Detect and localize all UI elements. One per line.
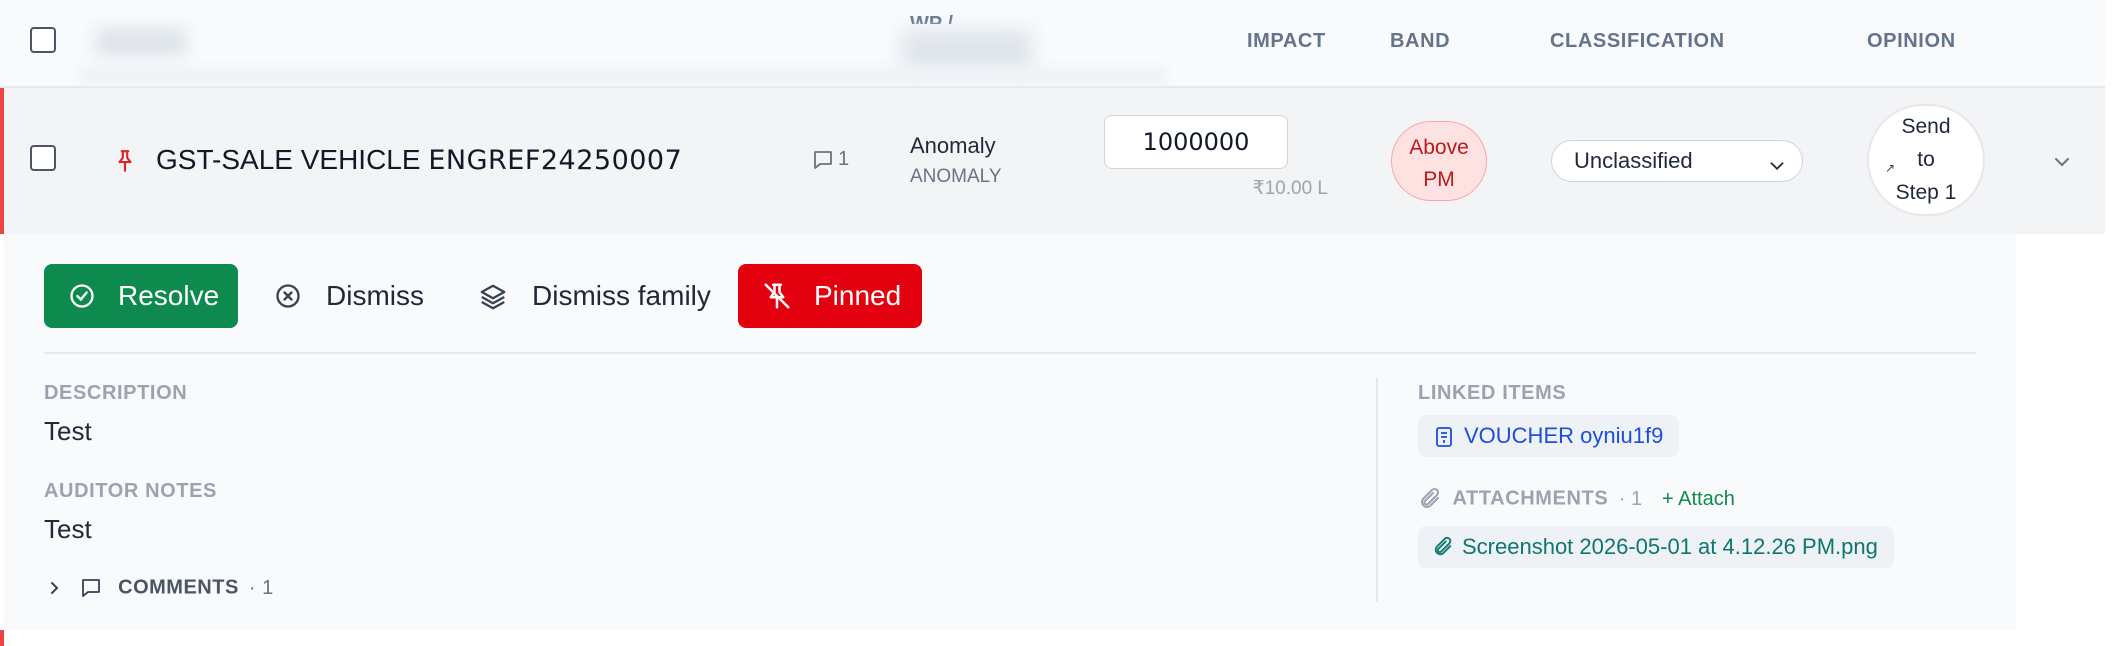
dismiss-label: Dismiss xyxy=(326,280,424,311)
linked-voucher-label: VOUCHER oyniu1f9 xyxy=(1464,423,1664,448)
attachments-count: · 1 xyxy=(1618,487,1643,510)
section-divider xyxy=(44,352,1976,354)
opinion-line-1: Send xyxy=(1901,115,1951,138)
blurred-header-strip xyxy=(80,68,1165,84)
finding-title-prefix: GST-SALE VEHICLE xyxy=(156,144,421,175)
comment-icon xyxy=(82,579,100,597)
auditor-notes-value: Test xyxy=(44,514,92,544)
comment-count: 1 xyxy=(838,148,850,170)
attachments-header: ATTACHMENTS · 1 xyxy=(1418,487,1642,511)
pin-off-icon xyxy=(764,283,790,309)
attachments-label: ATTACHMENTS xyxy=(1452,487,1609,510)
pinned-label: Pinned xyxy=(814,280,902,311)
description-value: Test xyxy=(44,416,92,446)
header-opinion[interactable]: OPINION xyxy=(1867,30,1956,53)
next-row-accent-bar xyxy=(0,630,4,646)
dismiss-family-label: Dismiss family xyxy=(532,280,711,311)
finding-title[interactable]: GST-SALE VEHICLE ENGREF24250007 xyxy=(156,144,682,176)
classification-value: Unclassified xyxy=(1574,148,1693,173)
comments-label: COMMENTS xyxy=(118,576,239,599)
arrow-up-right-icon: ↗ xyxy=(1885,161,1896,175)
finding-title-ref: ENGREF24250007 xyxy=(428,145,683,176)
select-all-checkbox[interactable] xyxy=(30,27,56,53)
column-divider xyxy=(1376,378,1378,602)
blurred-header-cell xyxy=(902,30,1032,70)
pinned-button[interactable]: Pinned xyxy=(738,264,922,328)
linked-items-label: LINKED ITEMS xyxy=(1418,382,1567,404)
resolve-button[interactable]: Resolve xyxy=(44,264,238,328)
x-circle-icon xyxy=(276,284,300,308)
paperclip-icon xyxy=(1421,487,1440,508)
expand-row-chevron-icon[interactable] xyxy=(2050,150,2074,179)
blurred-header-cell xyxy=(96,28,186,56)
header-classification[interactable]: CLASSIFICATION xyxy=(1550,30,1725,53)
dismiss-button[interactable]: Dismiss xyxy=(270,264,424,328)
row-checkbox[interactable] xyxy=(30,145,56,171)
comment-icon[interactable] xyxy=(810,148,836,177)
row-accent-bar xyxy=(0,88,4,234)
impact-input[interactable]: 1000000 xyxy=(1104,115,1288,169)
header-band[interactable]: BAND xyxy=(1390,30,1450,53)
chevron-down-icon xyxy=(1766,150,1788,190)
resolve-label: Resolve xyxy=(118,280,220,311)
paperclip-icon xyxy=(1434,536,1452,556)
header-impact[interactable]: IMPACT xyxy=(1247,30,1326,53)
band-line-1: Above xyxy=(1409,136,1469,159)
finding-type: Anomaly xyxy=(910,133,996,158)
pin-icon[interactable] xyxy=(112,147,138,180)
send-to-step-button[interactable]: ↗ Send to Step 1 xyxy=(1867,104,1985,216)
dismiss-family-button[interactable]: Dismiss family xyxy=(476,264,711,328)
auditor-notes-label: AUDITOR NOTES xyxy=(44,480,217,502)
finding-type-code: ANOMALY xyxy=(910,166,1002,187)
description-label: DESCRIPTION xyxy=(44,382,188,404)
voucher-icon xyxy=(1436,427,1452,447)
impact-formatted: ₹10.00 L xyxy=(1252,178,1328,199)
band-line-2: PM xyxy=(1423,168,1455,191)
header-wp: WP / xyxy=(910,13,953,24)
comments-count: · 1 xyxy=(248,576,274,599)
attachment-filename: Screenshot 2026-05-01 at 4.12.26 PM.png xyxy=(1462,534,1878,559)
attachment-chip[interactable]: Screenshot 2026-05-01 at 4.12.26 PM.png xyxy=(1418,526,1894,568)
band-badge: Above PM xyxy=(1391,121,1487,201)
classification-select[interactable]: Unclassified xyxy=(1551,140,1803,182)
layers-icon xyxy=(480,284,506,310)
attach-button[interactable]: + Attach xyxy=(1662,488,1735,511)
chevron-right-icon xyxy=(51,582,59,594)
linked-voucher-chip[interactable]: VOUCHER oyniu1f9 xyxy=(1418,415,1680,457)
check-circle-icon xyxy=(70,284,94,308)
comments-toggle[interactable]: COMMENTS · 1 xyxy=(48,576,274,600)
